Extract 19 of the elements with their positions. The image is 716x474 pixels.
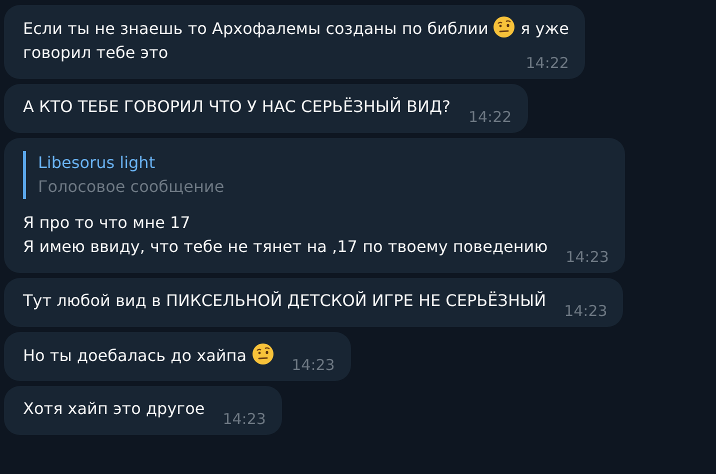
message-text: А КТО ТЕБЕ ГОВОРИЛ ЧТО У НАС СЕРЬЁЗНЫЙ ВИД? xyxy=(23,97,450,116)
message-text: говорил тебе это xyxy=(23,43,168,62)
message-time: 14:23 xyxy=(292,355,335,375)
message-text: я уже xyxy=(520,19,569,38)
message-time: 14:23 xyxy=(564,301,608,321)
message-time: 14:22 xyxy=(468,107,512,127)
message-text: Хотя хайп это другое xyxy=(23,399,205,418)
message-text: Я про то что мне 17 xyxy=(23,213,190,232)
raised-eyebrow-face-icon xyxy=(252,343,274,365)
message-time: 14:23 xyxy=(566,247,609,267)
message-time: 14:22 xyxy=(526,53,569,73)
raised-eyebrow-face-icon xyxy=(493,16,516,38)
message-time: 14:23 xyxy=(222,409,266,429)
message-text: Я имею ввиду, что тебе не тянет на ,17 по твоему поведению xyxy=(23,237,548,256)
message-text: Тут любой вид в ПИКСЕЛЬНОЙ ДЕТСКОЙ ИГРЕ НЕ СЕРЬЁЗНЫЙ xyxy=(23,291,546,310)
message-text: Если ты не знаешь то Архофалемы созданы по библии xyxy=(23,19,490,38)
message-text: Но ты доебалась до хайпа xyxy=(23,346,248,365)
reply-preview: Голосовое сообщение xyxy=(38,176,226,198)
reply-author: Libesorus light xyxy=(38,152,156,174)
